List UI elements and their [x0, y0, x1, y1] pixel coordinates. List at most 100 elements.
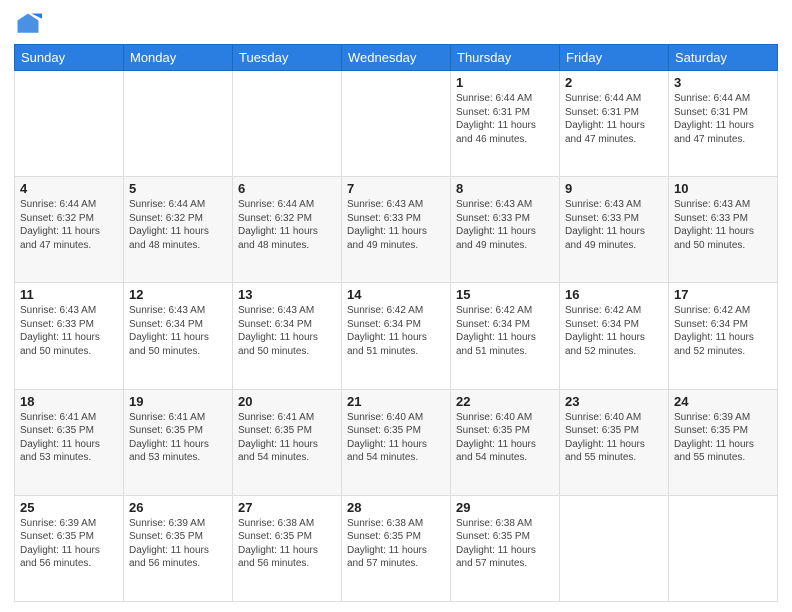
- day-number: 22: [456, 394, 554, 409]
- day-info: Sunrise: 6:38 AM Sunset: 6:35 PM Dayligh…: [238, 517, 336, 571]
- calendar-table: SundayMondayTuesdayWednesdayThursdayFrid…: [14, 44, 778, 602]
- calendar-day-17: 17 Sunrise: 6:42 AM Sunset: 6:34 PM Dayli…: [669, 283, 778, 389]
- calendar-day-25: 25Sunrise: 6:39 AM Sunset: 6:35 PM Dayli…: [15, 495, 124, 601]
- day-number: 29: [456, 500, 554, 515]
- day-number: 24: [674, 394, 772, 409]
- generalblue-logo-icon: [14, 10, 42, 38]
- calendar-empty-cell: [15, 71, 124, 177]
- weekday-header-friday: Friday: [560, 45, 669, 71]
- calendar-empty-cell: [342, 71, 451, 177]
- calendar-empty-cell: [560, 495, 669, 601]
- day-number: 7: [347, 181, 445, 196]
- calendar-day-8: 8 Sunrise: 6:43 AM Sunset: 6:33 PM Daylig…: [451, 177, 560, 283]
- day-info: Sunrise: 6:40 AM Sunset: 6:35 PM Dayligh…: [347, 411, 445, 465]
- calendar-empty-cell: [124, 71, 233, 177]
- day-info: Sunrise: 6:42 AM Sunset: 6:34 PM Dayligh…: [456, 304, 554, 358]
- calendar-day-4: 4 Sunrise: 6:44 AM Sunset: 6:32 PM Daylig…: [15, 177, 124, 283]
- calendar-day-23: 23 Sunrise: 6:40 AM Sunset: 6:35 PM Dayli…: [560, 389, 669, 495]
- day-info: Sunrise: 6:42 AM Sunset: 6:34 PM Dayligh…: [674, 304, 772, 358]
- day-info: Sunrise: 6:44 AM Sunset: 6:32 PM Dayligh…: [129, 198, 227, 252]
- day-number: 16: [565, 287, 663, 302]
- day-info: Sunrise: 6:42 AM Sunset: 6:34 PM Dayligh…: [565, 304, 663, 358]
- day-number: 4: [20, 181, 118, 196]
- day-number: 2: [565, 75, 663, 90]
- day-info: Sunrise: 6:43 AM Sunset: 6:33 PM Dayligh…: [565, 198, 663, 252]
- calendar-week-row: 1 Sunrise: 6:44 AM Sunset: 6:31 PM Daylig…: [15, 71, 778, 177]
- calendar-day-11: 11 Sunrise: 6:43 AM Sunset: 6:33 PM Dayli…: [15, 283, 124, 389]
- header: [14, 10, 778, 38]
- day-number: 19: [129, 394, 227, 409]
- day-number: 14: [347, 287, 445, 302]
- day-info: Sunrise: 6:44 AM Sunset: 6:32 PM Dayligh…: [238, 198, 336, 252]
- day-number: 28: [347, 500, 445, 515]
- day-number: 9: [565, 181, 663, 196]
- day-number: 27: [238, 500, 336, 515]
- day-info: Sunrise: 6:44 AM Sunset: 6:31 PM Dayligh…: [674, 92, 772, 146]
- weekday-header-sunday: Sunday: [15, 45, 124, 71]
- calendar-day-5: 5 Sunrise: 6:44 AM Sunset: 6:32 PM Daylig…: [124, 177, 233, 283]
- day-number: 11: [20, 287, 118, 302]
- day-info: Sunrise: 6:41 AM Sunset: 6:35 PM Dayligh…: [129, 411, 227, 465]
- day-info: Sunrise: 6:38 AM Sunset: 6:35 PM Dayligh…: [456, 517, 554, 571]
- calendar-day-12: 12 Sunrise: 6:43 AM Sunset: 6:34 PM Dayli…: [124, 283, 233, 389]
- calendar-day-2: 2 Sunrise: 6:44 AM Sunset: 6:31 PM Daylig…: [560, 71, 669, 177]
- day-info: Sunrise: 6:43 AM Sunset: 6:33 PM Dayligh…: [456, 198, 554, 252]
- day-info: Sunrise: 6:39 AM Sunset: 6:35 PM Dayligh…: [20, 517, 118, 571]
- calendar-day-19: 19 Sunrise: 6:41 AM Sunset: 6:35 PM Dayli…: [124, 389, 233, 495]
- calendar-day-10: 10 Sunrise: 6:43 AM Sunset: 6:33 PM Dayli…: [669, 177, 778, 283]
- calendar-empty-cell: [233, 71, 342, 177]
- calendar-day-28: 28 Sunrise: 6:38 AM Sunset: 6:35 PM Dayli…: [342, 495, 451, 601]
- day-number: 8: [456, 181, 554, 196]
- day-info: Sunrise: 6:41 AM Sunset: 6:35 PM Dayligh…: [238, 411, 336, 465]
- day-number: 20: [238, 394, 336, 409]
- weekday-header-thursday: Thursday: [451, 45, 560, 71]
- calendar-day-14: 14Sunrise: 6:42 AM Sunset: 6:34 PM Dayli…: [342, 283, 451, 389]
- day-number: 26: [129, 500, 227, 515]
- calendar-day-7: 7 Sunrise: 6:43 AM Sunset: 6:33 PM Daylig…: [342, 177, 451, 283]
- day-number: 3: [674, 75, 772, 90]
- calendar-day-21: 21 Sunrise: 6:40 AM Sunset: 6:35 PM Dayli…: [342, 389, 451, 495]
- calendar-week-row: 4 Sunrise: 6:44 AM Sunset: 6:32 PM Daylig…: [15, 177, 778, 283]
- day-number: 1: [456, 75, 554, 90]
- calendar-day-27: 27 Sunrise: 6:38 AM Sunset: 6:35 PM Dayli…: [233, 495, 342, 601]
- day-info: Sunrise: 6:41 AM Sunset: 6:35 PM Dayligh…: [20, 411, 118, 465]
- day-info: Sunrise: 6:43 AM Sunset: 6:34 PM Dayligh…: [129, 304, 227, 358]
- day-info: Sunrise: 6:38 AM Sunset: 6:35 PM Dayligh…: [347, 517, 445, 571]
- day-info: Sunrise: 6:43 AM Sunset: 6:33 PM Dayligh…: [674, 198, 772, 252]
- day-number: 17: [674, 287, 772, 302]
- day-number: 5: [129, 181, 227, 196]
- day-number: 12: [129, 287, 227, 302]
- calendar-week-row: 11 Sunrise: 6:43 AM Sunset: 6:33 PM Dayli…: [15, 283, 778, 389]
- calendar-day-18: 18 Sunrise: 6:41 AM Sunset: 6:35 PM Dayli…: [15, 389, 124, 495]
- calendar-week-row: 25Sunrise: 6:39 AM Sunset: 6:35 PM Dayli…: [15, 495, 778, 601]
- calendar-week-row: 18 Sunrise: 6:41 AM Sunset: 6:35 PM Dayli…: [15, 389, 778, 495]
- calendar-day-22: 22 Sunrise: 6:40 AM Sunset: 6:35 PM Dayli…: [451, 389, 560, 495]
- day-number: 13: [238, 287, 336, 302]
- calendar-day-24: 24Sunrise: 6:39 AM Sunset: 6:35 PM Dayli…: [669, 389, 778, 495]
- day-number: 21: [347, 394, 445, 409]
- calendar-empty-cell: [669, 495, 778, 601]
- day-info: Sunrise: 6:44 AM Sunset: 6:32 PM Dayligh…: [20, 198, 118, 252]
- calendar-day-9: 9 Sunrise: 6:43 AM Sunset: 6:33 PM Daylig…: [560, 177, 669, 283]
- page: SundayMondayTuesdayWednesdayThursdayFrid…: [0, 0, 792, 612]
- day-info: Sunrise: 6:44 AM Sunset: 6:31 PM Dayligh…: [456, 92, 554, 146]
- day-info: Sunrise: 6:43 AM Sunset: 6:33 PM Dayligh…: [347, 198, 445, 252]
- day-info: Sunrise: 6:40 AM Sunset: 6:35 PM Dayligh…: [565, 411, 663, 465]
- logo: [14, 10, 46, 38]
- calendar-day-20: 20 Sunrise: 6:41 AM Sunset: 6:35 PM Dayli…: [233, 389, 342, 495]
- weekday-header-saturday: Saturday: [669, 45, 778, 71]
- day-number: 18: [20, 394, 118, 409]
- weekday-header-wednesday: Wednesday: [342, 45, 451, 71]
- day-info: Sunrise: 6:40 AM Sunset: 6:35 PM Dayligh…: [456, 411, 554, 465]
- calendar-day-1: 1 Sunrise: 6:44 AM Sunset: 6:31 PM Daylig…: [451, 71, 560, 177]
- day-number: 23: [565, 394, 663, 409]
- day-info: Sunrise: 6:43 AM Sunset: 6:34 PM Dayligh…: [238, 304, 336, 358]
- day-info: Sunrise: 6:44 AM Sunset: 6:31 PM Dayligh…: [565, 92, 663, 146]
- calendar-day-13: 13 Sunrise: 6:43 AM Sunset: 6:34 PM Dayli…: [233, 283, 342, 389]
- weekday-header-monday: Monday: [124, 45, 233, 71]
- day-number: 10: [674, 181, 772, 196]
- calendar-day-29: 29 Sunrise: 6:38 AM Sunset: 6:35 PM Dayli…: [451, 495, 560, 601]
- day-info: Sunrise: 6:43 AM Sunset: 6:33 PM Dayligh…: [20, 304, 118, 358]
- calendar-day-3: 3 Sunrise: 6:44 AM Sunset: 6:31 PM Daylig…: [669, 71, 778, 177]
- calendar-day-16: 16 Sunrise: 6:42 AM Sunset: 6:34 PM Dayli…: [560, 283, 669, 389]
